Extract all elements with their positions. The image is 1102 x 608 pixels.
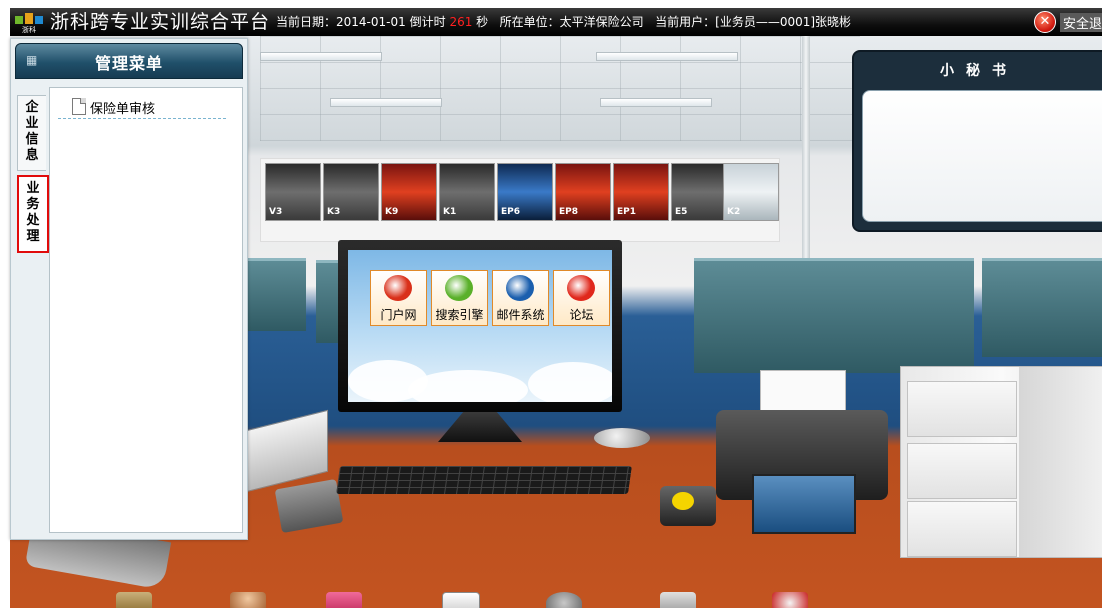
- ceiling-light: [260, 52, 382, 61]
- ceiling-light: [330, 98, 442, 107]
- cloud: [528, 362, 612, 402]
- logout-button[interactable]: ✕ 安全退: [1032, 10, 1102, 34]
- poster: K1: [439, 163, 495, 221]
- app-search-engine[interactable]: 搜索引擎: [431, 270, 488, 326]
- search-engine-icon: [445, 275, 473, 301]
- tab-enterprise-info[interactable]: 企业信息: [17, 95, 46, 171]
- date-value: 2014-01-01: [336, 15, 406, 29]
- unit-value: 太平洋保险公司: [559, 15, 644, 29]
- menu-tabs: 企业信息 业务处理: [15, 87, 49, 531]
- svg-text:浙科: 浙科: [22, 25, 36, 33]
- cabinet-drawer: [907, 381, 1017, 437]
- folder-icon[interactable]: [660, 592, 696, 608]
- cloud: [408, 370, 528, 402]
- tape-dispenser: [660, 486, 716, 526]
- tab-label: 企业信息: [25, 100, 39, 163]
- cabinet-drawer: [907, 501, 1017, 557]
- ceiling-light: [600, 98, 712, 107]
- keyboard: [336, 466, 632, 494]
- badge-icon[interactable]: [772, 592, 808, 608]
- printer[interactable]: [716, 370, 888, 534]
- mouse: [594, 428, 650, 448]
- app-label: 搜索引擎: [435, 308, 484, 322]
- app-title: 浙科跨专业实训综合平台: [50, 11, 271, 33]
- cubicle-partition: [694, 258, 974, 373]
- mail-icon: [506, 275, 534, 301]
- user-label: 当前用户：: [655, 15, 716, 29]
- logout-label: 安全退: [1060, 13, 1102, 32]
- printer-tray: [752, 474, 856, 534]
- management-menu-panel: ▦ 管理菜单 企业信息 业务处理 保险单审核: [10, 38, 248, 540]
- logo-icon: 浙科: [15, 13, 43, 33]
- date-label: 当前日期：: [276, 15, 337, 29]
- app-mail-system[interactable]: 邮件系统: [492, 270, 549, 326]
- unit-label: 所在单位：: [499, 15, 560, 29]
- stamp-pad: [274, 478, 344, 534]
- menu-item-policy-review[interactable]: 保险单审核: [58, 96, 226, 119]
- filing-cabinet[interactable]: [900, 366, 1102, 558]
- countdown-value: 261: [449, 15, 473, 29]
- tab-label: 业务处理: [26, 181, 40, 244]
- app-forum[interactable]: 论坛: [553, 270, 610, 326]
- monitor-screen: 门户网 搜索引擎 邮件系统 论坛: [348, 250, 612, 402]
- forum-icon: [567, 275, 595, 301]
- cubicle-partition: [246, 258, 306, 331]
- books-icon[interactable]: [116, 592, 152, 608]
- person-icon[interactable]: [230, 592, 266, 608]
- poster: EP6: [497, 163, 553, 221]
- poster: EP8: [555, 163, 611, 221]
- menu-item-label: 保险单审核: [90, 102, 156, 117]
- tab-business-processing[interactable]: 业务处理: [17, 175, 49, 253]
- secretary-message-area: [862, 90, 1102, 222]
- poster: E5: [671, 163, 727, 221]
- countdown-label: 倒计时: [409, 15, 446, 29]
- ceiling-light: [596, 52, 738, 61]
- app-portal[interactable]: 门户网: [370, 270, 427, 326]
- poster: K9: [381, 163, 437, 221]
- cubicle-partition: [982, 258, 1102, 357]
- disc-icon[interactable]: [546, 592, 582, 608]
- secretary-panel: 小秘书: [852, 50, 1102, 232]
- document-icon: [72, 98, 86, 115]
- product-poster-wall: V3 K3 K9 K1 EP6 EP8 EP1 E5 K2: [260, 158, 780, 242]
- user-value: [业务员——0001]张晓彬: [715, 15, 852, 29]
- app-label: 门户网: [380, 308, 417, 322]
- menu-header: ▦ 管理菜单: [15, 43, 243, 79]
- cabinet-drawer: [907, 443, 1017, 499]
- portal-icon: [384, 275, 412, 301]
- poster: K3: [323, 163, 379, 221]
- cabinet-side: [1019, 367, 1102, 557]
- menu-title: 管理菜单: [94, 54, 163, 73]
- close-icon: ✕: [1034, 11, 1056, 33]
- poster: EP1: [613, 163, 669, 221]
- countdown-unit: 秒: [476, 15, 489, 29]
- top-bar: 浙科 浙科跨专业实训综合平台 当前日期：2014-01-01 倒计时 261 秒…: [10, 8, 1102, 36]
- news-icon[interactable]: [442, 592, 480, 608]
- app-label: 邮件系统: [496, 308, 545, 322]
- menu-content: 保险单审核: [49, 87, 243, 533]
- zine-icon[interactable]: [326, 592, 362, 608]
- poster: V3: [265, 163, 321, 221]
- secretary-title: 小秘书: [940, 63, 1018, 79]
- computer-monitor: 门户网 搜索引擎 邮件系统 论坛: [338, 240, 622, 412]
- app-label: 论坛: [569, 308, 594, 322]
- session-info: 当前日期：2014-01-01 倒计时 261 秒 所在单位：太平洋保险公司 当…: [276, 14, 851, 30]
- poster: K2: [723, 163, 779, 221]
- document-tray: [246, 409, 328, 493]
